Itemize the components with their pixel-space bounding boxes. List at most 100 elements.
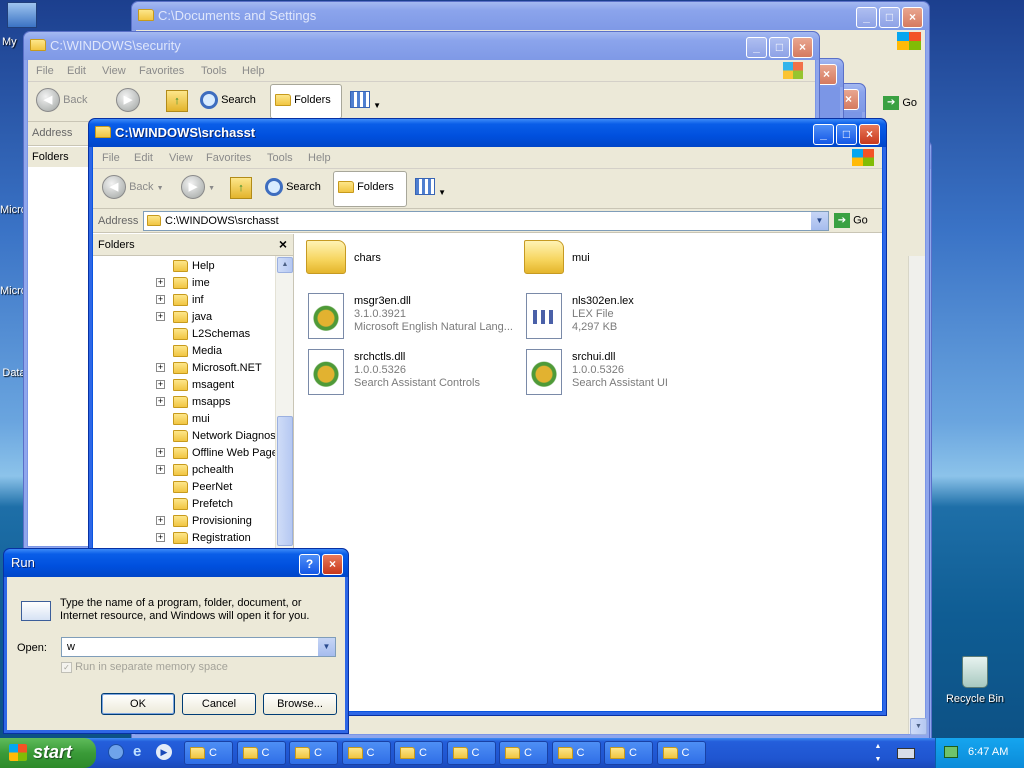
scrollbar-vertical[interactable]	[908, 256, 925, 734]
expand-icon[interactable]: +	[156, 278, 165, 287]
taskbar-window-button[interactable]: C	[604, 741, 653, 765]
ok-button[interactable]: OK	[101, 693, 175, 715]
up-button[interactable]: ↑	[230, 177, 252, 205]
open-combobox[interactable]: w ▼	[61, 637, 336, 657]
menu-edit[interactable]: Edit	[134, 152, 153, 164]
taskbar-window-button[interactable]: C	[499, 741, 548, 765]
go-button[interactable]: ➔ Go	[883, 96, 917, 110]
help-button[interactable]: ?	[299, 554, 320, 575]
close-button[interactable]: ×	[792, 37, 813, 58]
close-button[interactable]: ×	[859, 124, 880, 145]
run-dialog[interactable]: Run ? × Type the name of a program, fold…	[3, 548, 349, 734]
minimize-button[interactable]: _	[813, 124, 834, 145]
menu-file[interactable]: File	[36, 65, 54, 77]
menu-favorites[interactable]: Favorites	[139, 65, 184, 77]
tree-item[interactable]: PeerNet	[93, 479, 276, 496]
up-button[interactable]: ↑	[166, 90, 188, 118]
internet-explorer-icon[interactable]: e	[133, 744, 149, 760]
scroll-up-arrow[interactable]: ▲	[277, 257, 293, 273]
tree-item[interactable]: Help	[93, 258, 276, 275]
taskbar-window-button[interactable]: C	[446, 741, 496, 765]
minimize-button[interactable]: _	[856, 7, 877, 28]
taskbar-window-button[interactable]: C	[236, 741, 286, 765]
tree-item[interactable]: mui	[93, 411, 276, 428]
search-button[interactable]: Search	[265, 178, 321, 206]
tree-item[interactable]: L2Schemas	[93, 326, 276, 343]
close-button[interactable]: ×	[902, 7, 923, 28]
views-button[interactable]: ▼	[350, 91, 381, 119]
back-button[interactable]: ◀ Back ▼	[102, 175, 164, 203]
expand-icon[interactable]: +	[156, 448, 165, 457]
expand-icon[interactable]: +	[156, 312, 165, 321]
file-item[interactable]: srchui.dll 1.0.0.5326 Search Assistant UI	[524, 349, 739, 399]
tree-item[interactable]: Media	[93, 343, 276, 360]
tree-item[interactable]: + msagent	[93, 377, 276, 394]
menu-view[interactable]: View	[169, 152, 193, 164]
search-button[interactable]: Search	[200, 91, 256, 119]
tree-item[interactable]: Network Diagnost	[93, 428, 276, 445]
taskbar-window-button[interactable]: C	[289, 741, 338, 765]
menu-tools[interactable]: Tools	[201, 65, 227, 77]
views-button[interactable]: ▼	[415, 178, 446, 206]
expand-icon[interactable]: +	[156, 295, 165, 304]
menu-tools[interactable]: Tools	[267, 152, 293, 164]
menu-help[interactable]: Help	[308, 152, 331, 164]
go-button[interactable]: ➔ Go	[834, 213, 868, 228]
tree-item[interactable]: + inf	[93, 292, 276, 309]
menu-file[interactable]: File	[102, 152, 120, 164]
keyboard-icon[interactable]	[897, 748, 915, 759]
forward-button[interactable]: ▶	[116, 88, 140, 116]
forward-button[interactable]: ▶ ▼	[181, 175, 215, 203]
file-item[interactable]: nls302en.lex LEX File 4,297 KB	[524, 293, 739, 343]
network-icon[interactable]	[944, 746, 958, 758]
minimize-button[interactable]: _	[746, 37, 767, 58]
taskbar-window-button[interactable]: C	[394, 741, 443, 765]
address-input[interactable]: C:\WINDOWS\srchasst ▼	[143, 211, 829, 231]
maximize-button[interactable]: □	[879, 7, 900, 28]
open-input-value[interactable]: w	[67, 641, 75, 653]
taskbar-window-button[interactable]: C	[656, 741, 706, 765]
close-button[interactable]: ×	[322, 554, 343, 575]
memory-space-checkbox[interactable]: ✓ Run in separate memory space	[61, 661, 228, 673]
close-icon[interactable]: ×	[279, 236, 287, 252]
chevron-down-icon[interactable]: ▼	[318, 638, 335, 656]
expand-icon[interactable]: +	[156, 363, 165, 372]
file-item[interactable]: srchctls.dll 1.0.0.5326 Search Assistant C…	[306, 349, 521, 399]
expand-icon[interactable]: +	[156, 397, 165, 406]
menu-favorites[interactable]: Favorites	[206, 152, 251, 164]
folders-button[interactable]: Folders	[333, 171, 407, 207]
media-player-icon[interactable]: ▶	[156, 744, 172, 760]
expand-icon[interactable]: +	[156, 380, 165, 389]
tree-item[interactable]: + Offline Web Page	[93, 445, 276, 462]
scroll-down-arrow[interactable]: ▼	[910, 718, 927, 735]
tree-item[interactable]: + pchealth	[93, 462, 276, 479]
menu-view[interactable]: View	[102, 65, 126, 77]
menu-edit[interactable]: Edit	[67, 65, 86, 77]
expand-icon[interactable]: +	[156, 516, 165, 525]
tree-item[interactable]: + msapps	[93, 394, 276, 411]
maximize-button[interactable]: □	[836, 124, 857, 145]
scroll-thumb[interactable]	[277, 416, 293, 546]
file-item[interactable]: chars	[306, 240, 521, 290]
taskbar-window-button[interactable]: C	[551, 741, 601, 765]
taskbar-window-button[interactable]: C	[184, 741, 233, 765]
window-titlebar[interactable]: C:\WINDOWS\security _ □ ×	[24, 32, 819, 60]
taskbar-scroll[interactable]: ▲ ▼	[872, 740, 884, 766]
desktop-icon-micro-2[interactable]: Micro	[0, 285, 24, 297]
run-titlebar[interactable]: Run ? ×	[4, 549, 348, 577]
tree-item[interactable]: Prefetch	[93, 496, 276, 513]
clock[interactable]: 6:47 AM	[968, 746, 1008, 758]
outlook-express-icon[interactable]	[108, 744, 124, 760]
window-titlebar[interactable]: C:\Documents and Settings _ □ ×	[132, 2, 929, 30]
back-button[interactable]: ◀ Back	[36, 88, 88, 116]
tree-item[interactable]: + Microsoft.NET	[93, 360, 276, 377]
window-titlebar[interactable]: C:\WINDOWS\srchasst _ □ ×	[89, 119, 886, 147]
browse-button[interactable]: Browse...	[263, 693, 337, 715]
tree-item[interactable]: + java	[93, 309, 276, 326]
tree-item[interactable]: + ime	[93, 275, 276, 292]
cancel-button[interactable]: Cancel	[182, 693, 256, 715]
expand-icon[interactable]: +	[156, 465, 165, 474]
maximize-button[interactable]: □	[769, 37, 790, 58]
tree-item[interactable]: + Provisioning	[93, 513, 276, 530]
taskbar-window-button[interactable]: C	[341, 741, 391, 765]
